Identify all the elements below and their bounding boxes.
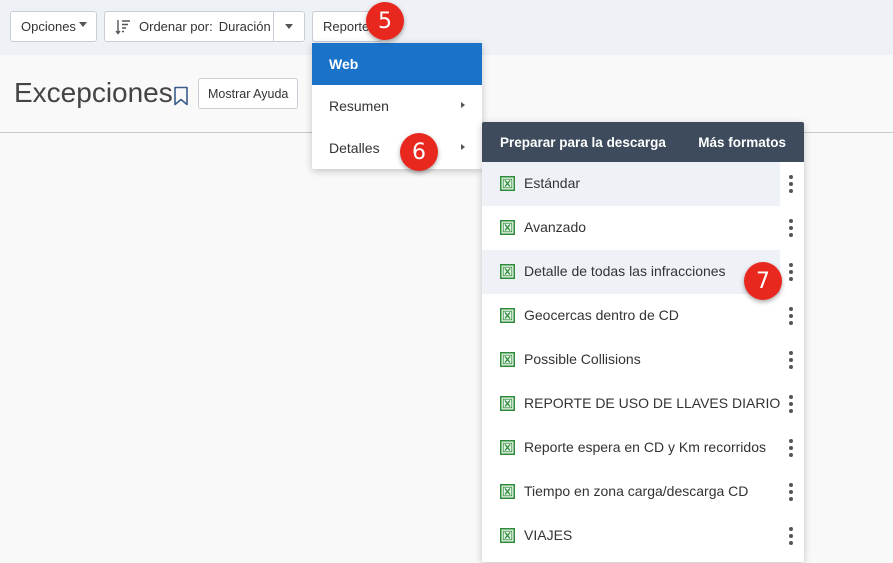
- more-options-icon[interactable]: [787, 174, 795, 194]
- sort-button[interactable]: Ordenar por: Duración: [104, 11, 274, 42]
- kebab-dot: [789, 409, 793, 413]
- kebab-dot: [789, 277, 793, 281]
- kebab-dot: [789, 527, 793, 531]
- kebab-dot: [789, 402, 793, 406]
- more-formats-link[interactable]: Más formatos: [698, 135, 786, 150]
- reports-menu: Web Resumen Detalles: [312, 43, 482, 169]
- chevron-right-icon: [461, 102, 465, 108]
- report-item[interactable]: VIAJES: [482, 514, 804, 558]
- kebab-dot: [789, 321, 793, 325]
- report-item-label: Estándar: [524, 175, 581, 191]
- step-badge-7: 7: [744, 262, 782, 300]
- show-help-button[interactable]: Mostrar Ayuda: [198, 78, 299, 109]
- more-options-icon[interactable]: [787, 262, 795, 282]
- kebab-dot: [789, 541, 793, 545]
- report-item[interactable]: Tiempo en zona carga/descarga CD: [482, 470, 804, 514]
- kebab-dot: [789, 351, 793, 355]
- report-item-label: Tiempo en zona carga/descarga CD: [524, 483, 749, 499]
- kebab-dot: [789, 483, 793, 487]
- kebab-dot: [789, 307, 793, 311]
- report-item-label: Reporte espera en CD y Km recorridos: [524, 439, 766, 455]
- excel-file-icon: [500, 484, 515, 502]
- kebab-dot: [789, 497, 793, 501]
- submenu-header: Preparar para la descarga Más formatos: [482, 122, 804, 162]
- report-item-label: REPORTE DE USO DE LLAVES DIARIO: [524, 395, 781, 411]
- chevron-down-icon: [79, 22, 87, 27]
- kebab-dot: [789, 358, 793, 362]
- excel-file-icon: [500, 440, 515, 458]
- kebab-dot: [789, 263, 793, 267]
- report-item[interactable]: Avanzado: [482, 206, 804, 250]
- excel-file-icon: [500, 528, 515, 546]
- more-options-icon[interactable]: [787, 482, 795, 502]
- menu-item-label: Web: [329, 56, 359, 72]
- menu-item-resumen[interactable]: Resumen: [312, 85, 482, 127]
- excel-file-icon: [500, 396, 515, 414]
- kebab-dot: [789, 453, 793, 457]
- report-item[interactable]: Possible Collisions: [482, 338, 804, 382]
- excel-file-icon: [500, 352, 515, 370]
- chevron-down-icon: [285, 24, 293, 29]
- sort-value: Duración: [218, 19, 271, 34]
- report-item-label: Detalle de todas las infracciones: [524, 263, 726, 279]
- options-dropdown-button[interactable]: Opciones: [10, 11, 97, 42]
- more-options-icon[interactable]: [787, 218, 795, 238]
- excel-file-icon: [500, 176, 515, 194]
- sort-prefix-label: Ordenar por:: [139, 19, 213, 34]
- kebab-dot: [789, 233, 793, 237]
- options-label: Opciones: [21, 19, 76, 34]
- more-options-icon[interactable]: [787, 526, 795, 546]
- prepare-download-label: Preparar para la descarga: [500, 135, 666, 150]
- more-options-icon[interactable]: [787, 394, 795, 414]
- excel-file-icon: [500, 220, 515, 238]
- kebab-dot: [789, 314, 793, 318]
- page-title: Excepciones: [14, 77, 173, 108]
- sort-icon: [115, 19, 131, 35]
- kebab-dot: [789, 175, 793, 179]
- step-badge-6: 6: [400, 133, 438, 171]
- details-submenu: Preparar para la descarga Más formatos E…: [482, 122, 804, 562]
- kebab-dot: [789, 365, 793, 369]
- bookmark-icon[interactable]: [173, 86, 189, 111]
- report-item-label: Possible Collisions: [524, 351, 641, 367]
- report-item-label: Geocercas dentro de CD: [524, 307, 679, 323]
- kebab-dot: [789, 270, 793, 274]
- kebab-dot: [789, 534, 793, 538]
- report-item[interactable]: REPORTE DE USO DE LLAVES DIARIO: [482, 382, 804, 426]
- menu-item-label: Detalles: [329, 140, 380, 156]
- kebab-dot: [789, 446, 793, 450]
- report-item-label: VIAJES: [524, 527, 573, 543]
- menu-item-web[interactable]: Web: [312, 43, 482, 85]
- kebab-dot: [789, 439, 793, 443]
- step-badge-5: 5: [366, 2, 404, 40]
- menu-item-detalles[interactable]: Detalles: [312, 127, 482, 169]
- chevron-right-icon: [461, 144, 465, 150]
- kebab-dot: [789, 226, 793, 230]
- kebab-dot: [789, 189, 793, 193]
- kebab-dot: [789, 219, 793, 223]
- report-item[interactable]: Reporte espera en CD y Km recorridos: [482, 426, 804, 470]
- menu-item-label: Resumen: [329, 98, 389, 114]
- kebab-dot: [789, 395, 793, 399]
- excel-file-icon: [500, 308, 515, 326]
- report-item[interactable]: Geocercas dentro de CD: [482, 294, 804, 338]
- kebab-dot: [789, 490, 793, 494]
- report-item[interactable]: Estándar: [482, 162, 804, 206]
- report-item-label: Avanzado: [524, 219, 587, 235]
- more-options-icon[interactable]: [787, 306, 795, 326]
- sort-dropdown-toggle[interactable]: [273, 11, 305, 42]
- kebab-dot: [789, 182, 793, 186]
- more-options-icon[interactable]: [787, 350, 795, 370]
- excel-file-icon: [500, 264, 515, 282]
- more-options-icon[interactable]: [787, 438, 795, 458]
